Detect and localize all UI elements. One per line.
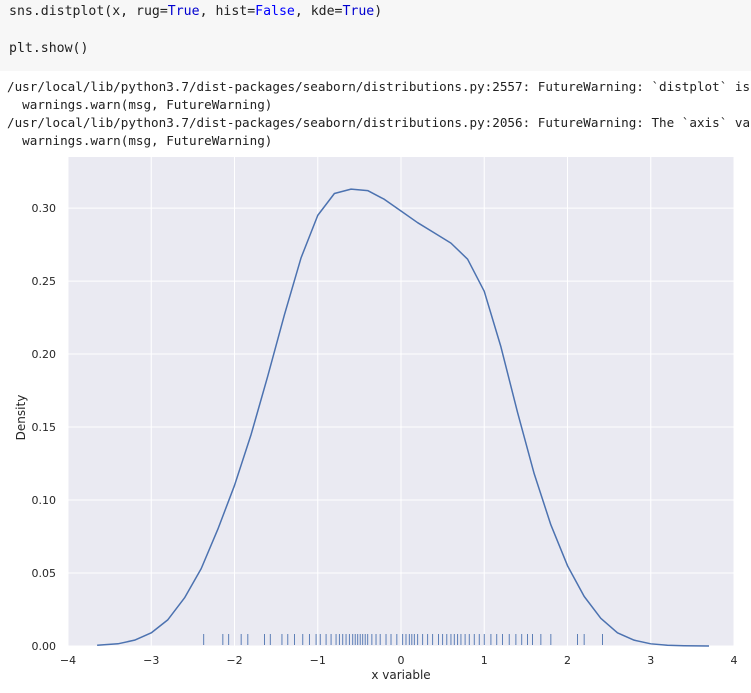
code-token: ) [374,4,383,19]
warning-line: /usr/local/lib/python3.7/dist-packages/s… [7,79,751,94]
x-tick-label: 3 [647,654,654,667]
y-tick-label: 0.20 [32,348,57,361]
y-tick-label: 0.10 [32,494,57,507]
code-keyword-true: True [342,4,375,19]
code-line-show: plt.show() [9,41,89,56]
warning-line: warnings.warn(msg, FutureWarning) [7,133,273,148]
warning-line: warnings.warn(msg, FutureWarning) [7,97,273,112]
x-tick-label: 2 [564,654,571,667]
code-token: sns.distplot(x, rug= [9,4,168,19]
x-tick-label: −3 [143,654,159,667]
y-axis-label: Density [14,395,28,441]
code-cell[interactable]: sns.distplot(x, rug=True, hist=False, kd… [0,0,751,71]
code-token: , kde= [294,4,343,19]
x-tick-label: 0 [398,654,405,667]
kde-chart: −4 −3 −2 −1 0 1 2 3 4 0.000.050.100.150.200.250.… [14,157,738,682]
x-tick-labels: −4 −3 −2 −1 0 1 2 3 4 [60,654,738,667]
y-tick-label: 0.30 [32,202,57,215]
code-keyword-false: False [255,4,295,19]
y-tick-labels: 0.00 0.05 0.10 0.15 0.20 0.25 0.30 [32,202,57,653]
y-tick-label: 0.05 [32,567,57,580]
code-keyword-true: True [167,4,200,19]
code-token: , hist= [199,4,256,19]
y-tick-label: 0.00 [32,640,57,653]
x-tick-label: −4 [60,654,76,667]
cell-output: /usr/local/lib/python3.7/dist-packages/s… [0,71,751,157]
y-tick-label: 0.25 [32,275,57,288]
x-tick-label: −2 [226,654,242,667]
warning-line: /usr/local/lib/python3.7/dist-packages/s… [7,115,751,130]
x-axis-label: x variable [371,668,430,682]
x-tick-label: −1 [310,654,326,667]
y-tick-label: 0.15 [32,421,57,434]
x-tick-label: 4 [731,654,738,667]
x-tick-label: 1 [481,654,488,667]
code-line-distplot: sns.distplot(x, rug=True, hist=False, kd… [9,4,382,19]
